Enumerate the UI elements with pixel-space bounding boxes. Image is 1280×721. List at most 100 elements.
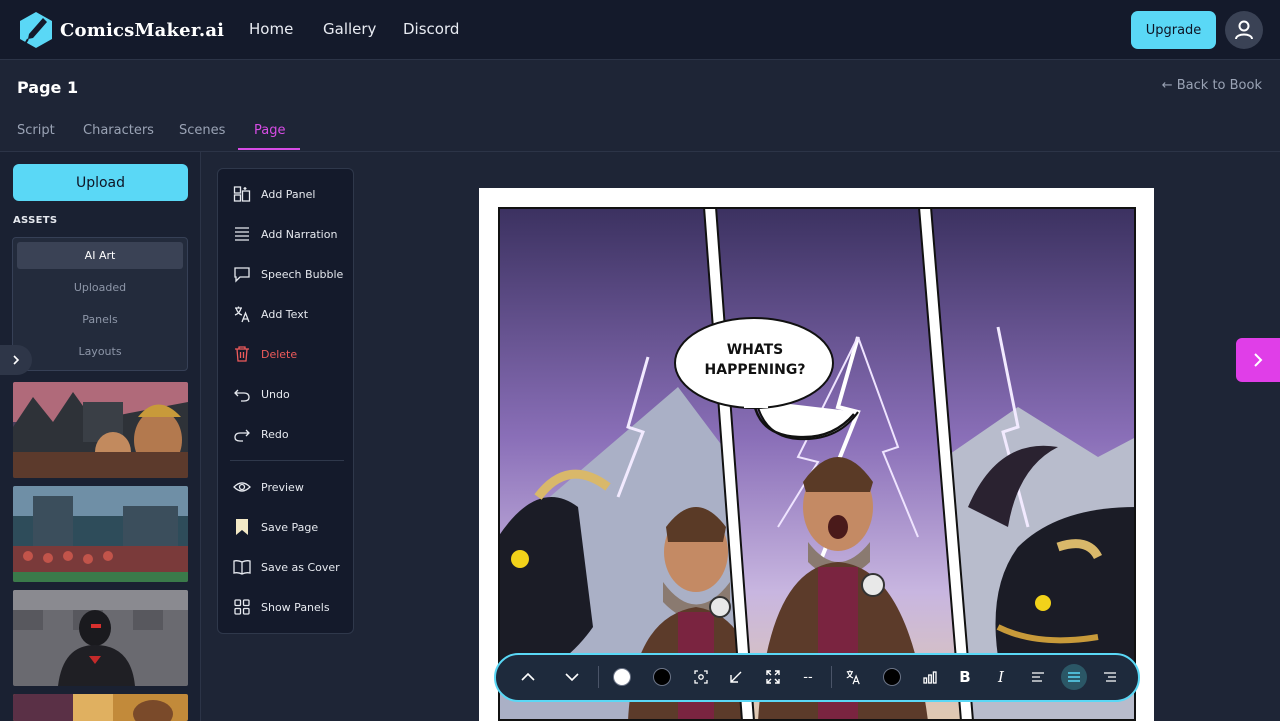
bookmark-icon — [236, 519, 248, 535]
logo-pen-icon — [20, 12, 52, 48]
asset-tab-layouts[interactable]: Layouts — [17, 338, 183, 365]
back-to-book-link[interactable]: ← Back to Book — [1162, 78, 1262, 93]
top-navigation: ComicsMaker.ai Home Gallery Discord Upgr… — [0, 0, 1280, 60]
redo-icon — [234, 429, 250, 442]
align-left-button[interactable] — [1025, 664, 1051, 690]
add-text-button[interactable]: Add Text — [233, 303, 308, 325]
assets-heading: ASSETS — [13, 215, 58, 226]
partial-thumbnail-image — [13, 694, 188, 721]
nav-link-gallery[interactable]: Gallery — [323, 20, 376, 38]
asset-thumbnail[interactable] — [13, 694, 188, 721]
text-color-picker[interactable] — [879, 664, 905, 690]
upload-button[interactable]: Upload — [13, 164, 188, 201]
black-swatch — [653, 668, 671, 686]
focus-icon — [694, 670, 708, 684]
speech-bubble-button[interactable]: Speech Bubble — [233, 263, 343, 285]
translate-text-icon — [846, 670, 860, 685]
speech-bubble-text[interactable]: WHATS HAPPENING? — [678, 340, 832, 380]
asset-thumbnail[interactable] — [13, 382, 188, 478]
comic-artwork[interactable] — [498, 207, 1136, 721]
toolbar-divider — [831, 666, 832, 688]
trash-icon — [235, 346, 249, 362]
font-size-button[interactable] — [917, 664, 943, 690]
castle-army-thumbnail-image — [13, 486, 188, 582]
asset-tab-uploaded[interactable]: Uploaded — [17, 274, 183, 301]
sidebar-collapse-button[interactable] — [0, 345, 32, 375]
brand-name: ComicsMaker.ai — [60, 19, 225, 41]
chevron-right-icon — [13, 355, 20, 365]
armored-knight-thumbnail-image — [13, 590, 188, 686]
add-text-label: Add Text — [261, 307, 309, 321]
upgrade-button[interactable]: Upgrade — [1131, 11, 1216, 49]
show-panels-button[interactable]: Show Panels — [233, 596, 330, 618]
redo-button[interactable]: Redo — [233, 423, 289, 445]
toolbar-divider — [598, 666, 599, 688]
asset-tab-panels[interactable]: Panels — [17, 306, 183, 333]
delete-label: Delete — [261, 347, 298, 361]
bubble-text-line-1: WHATS — [726, 342, 784, 358]
move-up-button[interactable] — [515, 664, 541, 690]
speech-bubble-label: Speech Bubble — [261, 267, 344, 281]
bubble-text-line-2: HAPPENING? — [704, 362, 806, 378]
italic-button[interactable]: I — [988, 664, 1014, 690]
preview-button[interactable]: Preview — [233, 476, 304, 498]
stroke-color-picker[interactable] — [649, 664, 675, 690]
fill-color-picker[interactable] — [609, 664, 635, 690]
translate-text-icon — [234, 306, 250, 323]
chevron-right-icon — [1254, 353, 1263, 367]
grid-icon — [234, 599, 250, 615]
user-avatar[interactable] — [1225, 11, 1263, 49]
show-panels-label: Show Panels — [261, 600, 330, 614]
page-title: Page 1 — [17, 78, 79, 97]
tab-scenes[interactable]: Scenes — [179, 123, 225, 138]
align-right-icon — [1104, 672, 1116, 682]
tail-direction-button[interactable] — [723, 664, 749, 690]
add-panel-button[interactable]: Add Panel — [233, 183, 315, 205]
chevron-down-icon — [565, 673, 579, 682]
align-center-icon — [1068, 672, 1080, 682]
nav-link-discord[interactable]: Discord — [403, 20, 459, 38]
move-down-button[interactable] — [559, 664, 585, 690]
add-panel-label: Add Panel — [261, 187, 316, 201]
narration-icon — [235, 227, 249, 241]
fullscreen-button[interactable] — [760, 664, 786, 690]
line-style-button[interactable]: -- — [795, 664, 821, 690]
save-page-label: Save Page — [261, 520, 319, 534]
tab-characters[interactable]: Characters — [83, 123, 154, 138]
save-as-cover-label: Save as Cover — [261, 560, 340, 574]
translate-text-button[interactable] — [840, 664, 866, 690]
expand-icon — [766, 670, 780, 684]
asset-tab-list: AI Art Uploaded Panels Layouts — [12, 237, 188, 371]
asset-tab-ai-art[interactable]: AI Art — [17, 242, 183, 269]
user-icon — [1235, 20, 1253, 40]
tab-page[interactable]: Page — [254, 123, 285, 138]
align-left-icon — [1032, 672, 1044, 682]
undo-button[interactable]: Undo — [233, 383, 290, 405]
tab-script[interactable]: Script — [17, 123, 55, 138]
eye-icon — [233, 482, 251, 492]
preview-label: Preview — [261, 480, 304, 494]
add-narration-label: Add Narration — [261, 227, 338, 241]
add-panel-icon — [233, 186, 251, 202]
arrow-down-left-icon — [730, 671, 742, 683]
tool-divider — [230, 460, 344, 461]
align-right-button[interactable] — [1097, 664, 1123, 690]
next-page-button[interactable] — [1236, 338, 1280, 382]
add-narration-button[interactable]: Add Narration — [233, 223, 337, 245]
asset-thumbnail[interactable] — [13, 590, 188, 686]
open-book-icon — [233, 560, 251, 575]
brand-logo[interactable]: ComicsMaker.ai — [18, 11, 224, 49]
asset-thumbnail[interactable] — [13, 486, 188, 582]
save-page-button[interactable]: Save Page — [233, 516, 318, 538]
align-center-button[interactable] — [1061, 664, 1087, 690]
redo-label: Redo — [261, 427, 289, 441]
nav-link-home[interactable]: Home — [249, 20, 293, 38]
undo-label: Undo — [261, 387, 290, 401]
focus-select-button[interactable] — [688, 664, 714, 690]
delete-button[interactable]: Delete — [233, 343, 297, 365]
save-as-cover-button[interactable]: Save as Cover — [233, 556, 340, 578]
white-swatch — [613, 668, 631, 686]
undo-icon — [234, 389, 250, 402]
active-tab-indicator — [238, 148, 300, 150]
bold-button[interactable]: B — [952, 664, 978, 690]
